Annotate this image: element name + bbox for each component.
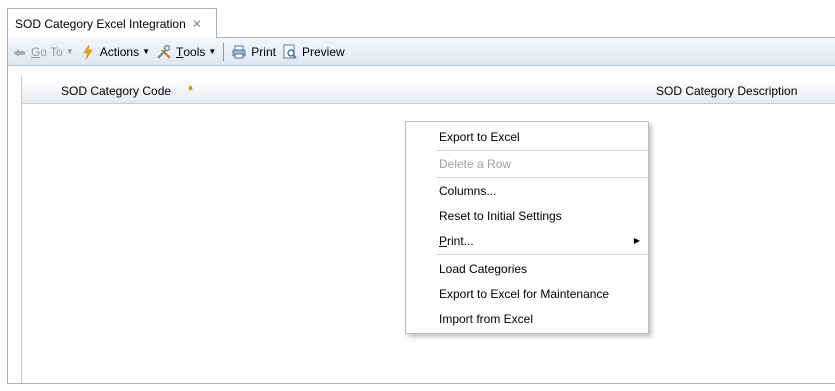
menu-item-delete-a-row: Delete a Row bbox=[439, 157, 512, 171]
tools-button[interactable]: Tools ▼ bbox=[153, 41, 219, 63]
chevron-down-icon: ▼ bbox=[142, 47, 151, 56]
menu-item-print-label: rint... bbox=[447, 234, 474, 248]
column-header-sod-category-code[interactable]: SOD Category Code bbox=[61, 84, 171, 98]
menu-item-print-underline: P bbox=[439, 234, 448, 248]
toolbar: Go To ▼ Actions ▼ Tools ▼ Print Preview bbox=[8, 38, 835, 66]
printer-icon bbox=[231, 44, 247, 60]
goto-arrow-icon bbox=[11, 44, 27, 60]
goto-button[interactable]: Go To ▼ bbox=[8, 41, 77, 63]
actions-label: Actions bbox=[99, 44, 140, 59]
menu-item-print[interactable]: Print... ▶ bbox=[406, 230, 648, 252]
menu-separator bbox=[436, 177, 648, 178]
actions-button[interactable]: Actions ▼ bbox=[77, 41, 153, 63]
tools-label-underline: T bbox=[176, 44, 184, 59]
context-menu: Export to Excel Delete a Row Columns... … bbox=[405, 121, 649, 334]
preview-button[interactable]: Preview bbox=[279, 41, 348, 63]
lightning-icon bbox=[80, 44, 96, 60]
grid-header: SOD Category Code ♦ SOD Category Descrip… bbox=[22, 79, 835, 104]
submenu-arrow-icon: ▶ bbox=[633, 236, 640, 245]
menu-separator bbox=[436, 254, 648, 255]
menu-item-load-categories[interactable]: Load Categories bbox=[406, 258, 648, 280]
preview-label: Preview bbox=[301, 44, 345, 59]
tools-label: ools bbox=[183, 44, 206, 59]
menu-item-export-to-excel[interactable]: Export to Excel bbox=[406, 126, 648, 148]
menu-item-reset-to-initial-settings[interactable]: Reset to Initial Settings bbox=[406, 205, 648, 227]
menu-separator bbox=[436, 150, 648, 151]
print-button[interactable]: Print bbox=[228, 41, 279, 63]
menu-item-export-to-excel-for-maintenance[interactable]: Export to Excel for Maintenance bbox=[406, 283, 648, 305]
goto-label-underline: G bbox=[31, 44, 41, 59]
toolbar-separator bbox=[223, 42, 225, 61]
goto-label: o To bbox=[40, 44, 63, 59]
tab-strip: SOD Category Excel Integration ✕ bbox=[0, 0, 835, 38]
frame-border-bottom bbox=[7, 383, 835, 384]
sort-indicator-icon: ♦ bbox=[188, 83, 194, 94]
tab-title: SOD Category Excel Integration bbox=[15, 16, 186, 31]
menu-item-import-from-excel[interactable]: Import from Excel bbox=[406, 308, 648, 330]
print-label: Print bbox=[251, 44, 276, 59]
chevron-down-icon: ▼ bbox=[208, 47, 217, 56]
chevron-down-icon: ▼ bbox=[65, 47, 74, 56]
preview-icon bbox=[282, 44, 298, 60]
menu-item-columns[interactable]: Columns... bbox=[406, 180, 648, 202]
tools-icon bbox=[156, 44, 172, 60]
frame-border-left bbox=[7, 38, 8, 384]
tab-sod-category-excel-integration[interactable]: SOD Category Excel Integration ✕ bbox=[7, 8, 217, 38]
column-header-sod-category-description[interactable]: SOD Category Description bbox=[656, 84, 797, 98]
close-icon[interactable]: ✕ bbox=[192, 18, 202, 30]
